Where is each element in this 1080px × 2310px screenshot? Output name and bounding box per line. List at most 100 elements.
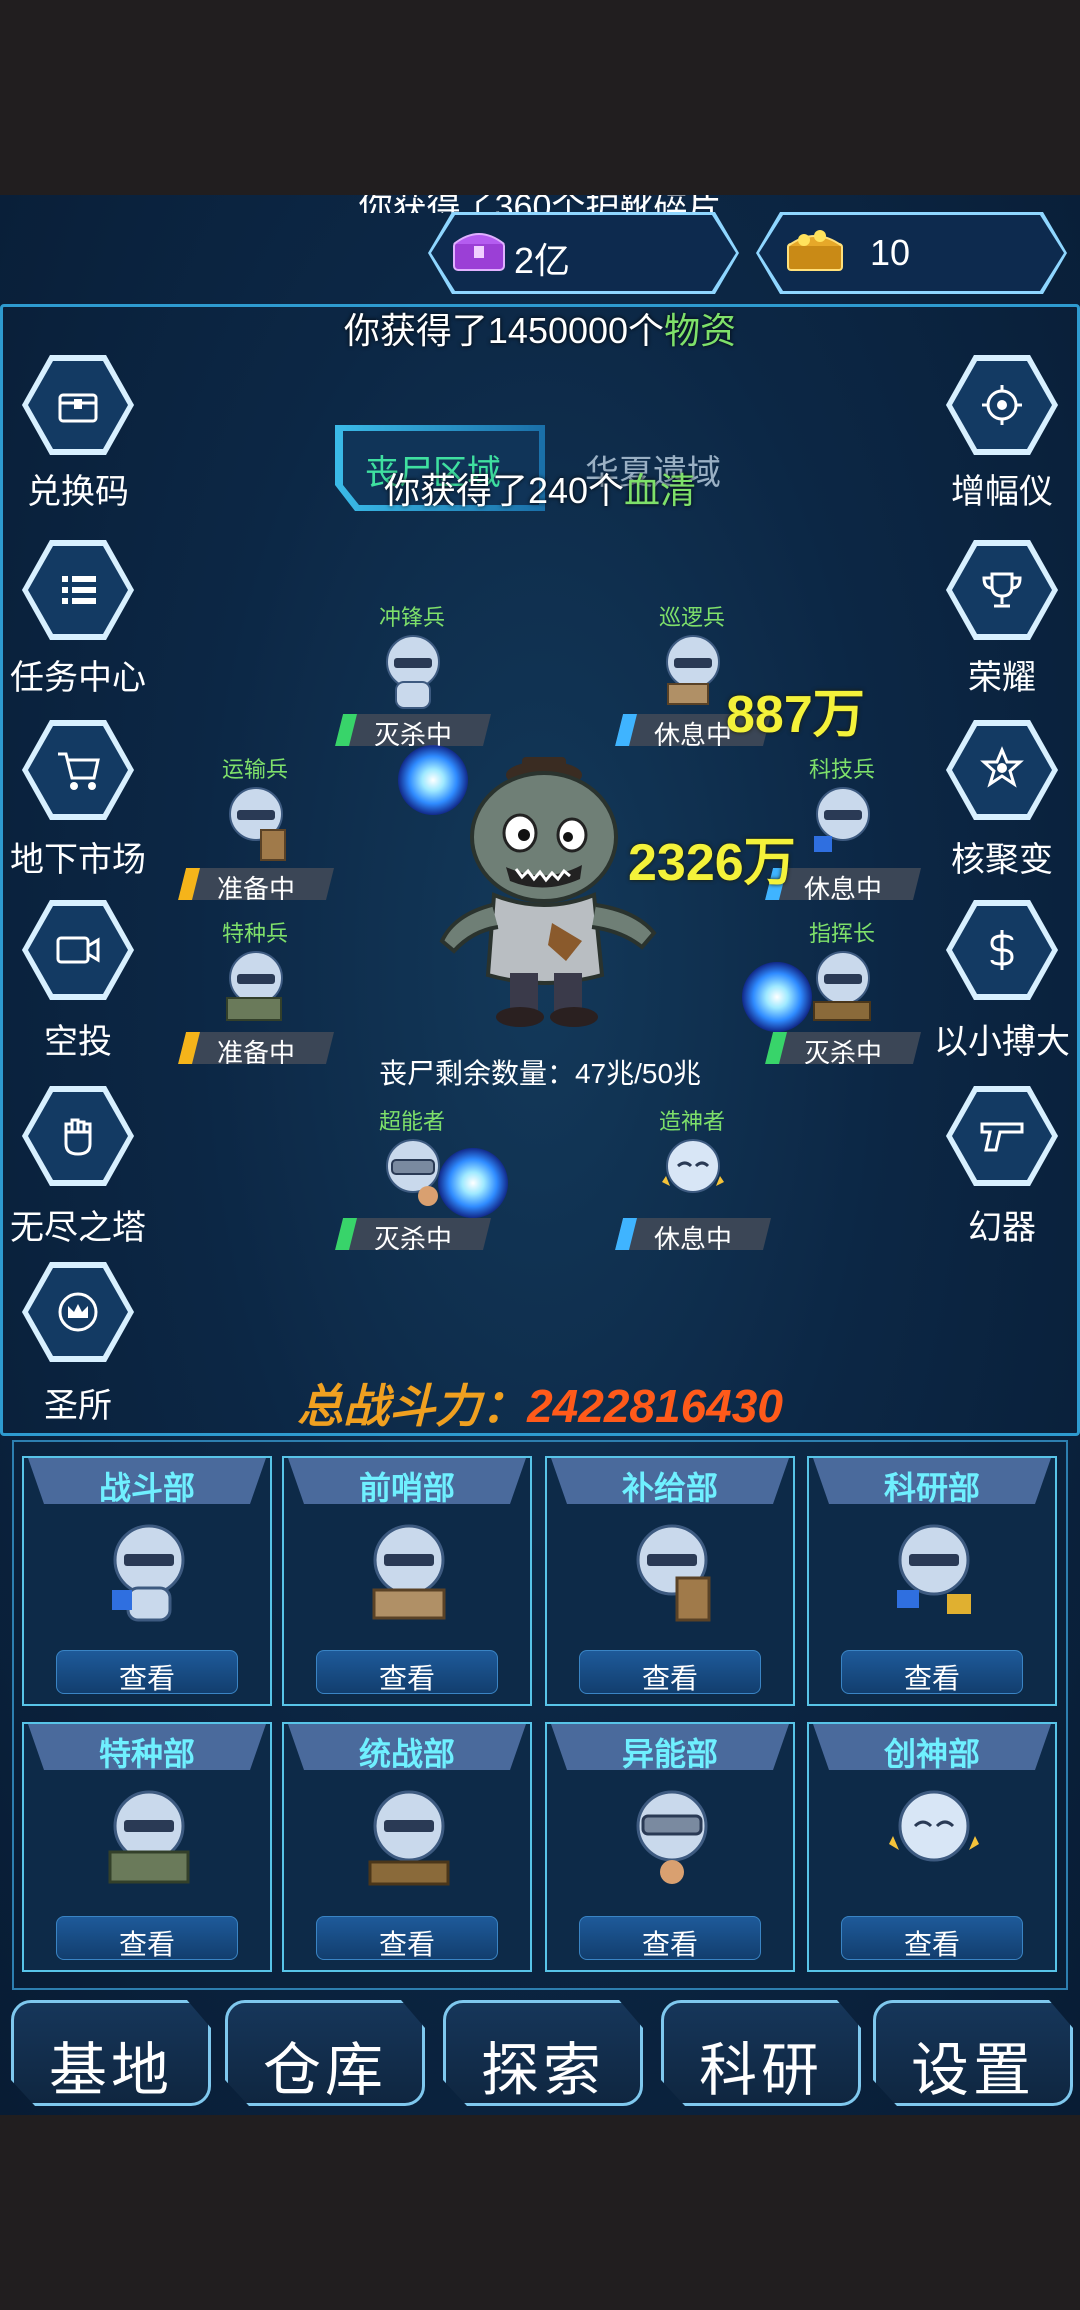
dollar-icon [990, 930, 1014, 970]
unit-name-godmaker: 造神者 [658, 1109, 725, 1134]
game-screen: 你获得了360个护靴碎片 2亿 10 你获得了1450000个物资 丧尸区域 华… [0, 0, 1080, 2310]
soldier-avatar [368, 1790, 450, 1886]
soldier-avatar-godmaker[interactable] [658, 1136, 728, 1216]
total-power-value: 2422816430 [527, 1380, 783, 1432]
soldier-avatar-tech[interactable] [808, 784, 878, 864]
nav-explore-button[interactable]: 探索 [443, 2000, 643, 2106]
view-button-label: 查看 [118, 1663, 175, 1694]
gold-value: 10 [870, 232, 911, 273]
view-button-label: 查看 [378, 1929, 435, 1960]
unit-name-special: 特种兵 [221, 921, 288, 946]
top-message: 你获得了360个护靴碎片 [0, 195, 1080, 213]
glory-label: 荣耀 [968, 659, 1036, 697]
gold-chest-icon [787, 230, 843, 271]
department-name: 科研部 [883, 1470, 980, 1506]
crown-icon [58, 1292, 98, 1332]
total-power: 总战斗力：2422816430 [0, 1370, 1080, 1436]
soldier-avatar [889, 1790, 979, 1862]
department-name: 统战部 [358, 1736, 455, 1772]
bottom-letterbox [0, 2115, 1080, 2310]
amplifier-label: 增幅仪 [951, 473, 1053, 511]
soldier-avatar-assault[interactable] [378, 632, 448, 712]
department-card: 特种部 查看 [22, 1722, 272, 1972]
soldier-avatar [372, 1524, 446, 1620]
soldier-avatar-patrol[interactable] [658, 632, 728, 712]
unit-status-godmaker: 休息中 [615, 1218, 771, 1250]
view-button[interactable]: 查看 [841, 1650, 1023, 1694]
unit-name-commander: 指挥长 [808, 921, 875, 946]
department-name: 战斗部 [98, 1470, 195, 1506]
energy-orb [398, 745, 468, 815]
total-power-label: 总战斗力： [297, 1380, 528, 1432]
view-button[interactable]: 查看 [841, 1916, 1023, 1960]
unit-name-transport: 运输兵 [221, 757, 288, 782]
department-card: 战斗部 查看 [22, 1456, 272, 1706]
soldier-avatar-psychic[interactable] [378, 1136, 448, 1216]
atom-star-icon [980, 746, 1024, 788]
soldier-avatar [636, 1790, 708, 1884]
toast-serum-text: 你获得了240个 [383, 470, 625, 511]
view-button-label: 查看 [378, 1663, 435, 1694]
redeem-code-label: 兑换码 [27, 473, 129, 511]
purple-chest-icon [453, 233, 505, 271]
damage-number-big: 2326万 [628, 834, 796, 892]
nav-warehouse-button[interactable]: 仓库 [225, 2000, 425, 2106]
view-button-label: 查看 [641, 1929, 698, 1960]
view-button-label: 查看 [641, 1663, 698, 1694]
department-name: 创神部 [883, 1736, 980, 1772]
department-name: 异能部 [621, 1736, 718, 1772]
video-camera-icon [56, 936, 100, 964]
toast-supplies-item: 物资 [664, 310, 737, 351]
department-card: 科研部 查看 [807, 1456, 1057, 1706]
underground-market-label: 地下市场 [10, 841, 146, 879]
view-button[interactable]: 查看 [579, 1916, 761, 1960]
unit-name-assault: 冲锋兵 [378, 605, 445, 630]
nav-research-label: 科研 [698, 2038, 823, 2103]
soldier-avatar-commander[interactable] [808, 948, 878, 1028]
view-button-label: 查看 [118, 1929, 175, 1960]
view-button[interactable]: 查看 [316, 1916, 498, 1960]
unit-status-psychic: 灭杀中 [335, 1218, 491, 1250]
pistol-icon [980, 1122, 1024, 1152]
zombies-remaining: 丧尸剩余数量：47兆/50兆 [378, 1058, 702, 1089]
view-button[interactable]: 查看 [316, 1650, 498, 1694]
view-button-label: 查看 [903, 1663, 960, 1694]
nav-base-button[interactable]: 基地 [11, 2000, 211, 2106]
toast-supplies-text: 你获得了1450000个 [343, 310, 665, 351]
soldier-avatar [897, 1524, 971, 1614]
nav-base-label: 基地 [48, 2038, 173, 2103]
department-card: 补给部 查看 [545, 1456, 795, 1706]
endless-tower-label: 无尽之塔 [10, 1209, 146, 1247]
view-button[interactable]: 查看 [56, 1650, 238, 1694]
nav-settings-label: 设置 [910, 2038, 1035, 2103]
toast-supplies: 你获得了1450000个物资 [0, 302, 1080, 354]
unit-name-patrol: 巡逻兵 [658, 605, 725, 630]
nav-explore-label: 探索 [480, 2038, 605, 2103]
department-card: 前哨部 查看 [282, 1456, 532, 1706]
phantom-gear-label: 幻器 [968, 1209, 1036, 1247]
department-name: 前哨部 [358, 1470, 455, 1506]
top-message-text: 你获得了360个护靴碎片 [0, 195, 1080, 213]
damage-number-small: 887万 [726, 686, 865, 744]
department-card: 统战部 查看 [282, 1722, 532, 1972]
view-button-label: 查看 [903, 1929, 960, 1960]
top-letterbox [0, 0, 1080, 195]
department-card: 创神部 查看 [807, 1722, 1057, 1972]
unit-status-assault: 灭杀中 [335, 714, 491, 746]
department-name: 补给部 [621, 1470, 718, 1506]
list-icon [62, 576, 96, 604]
target-gear-icon [982, 385, 1022, 425]
view-button[interactable]: 查看 [579, 1650, 761, 1694]
nav-research-button[interactable]: 科研 [661, 2000, 861, 2106]
unit-name-tech: 科技兵 [808, 757, 875, 782]
soldier-avatar-transport[interactable] [221, 784, 291, 864]
department-card: 异能部 查看 [545, 1722, 795, 1972]
soldier-avatar [108, 1790, 190, 1884]
fist-icon [64, 1118, 92, 1156]
toast-serum-item: 血清 [624, 470, 697, 511]
soldier-avatar-special[interactable] [221, 948, 291, 1028]
view-button[interactable]: 查看 [56, 1916, 238, 1960]
soldier-avatar [112, 1524, 185, 1622]
nav-settings-button[interactable]: 设置 [873, 2000, 1073, 2106]
zombie-boss [439, 757, 657, 1027]
